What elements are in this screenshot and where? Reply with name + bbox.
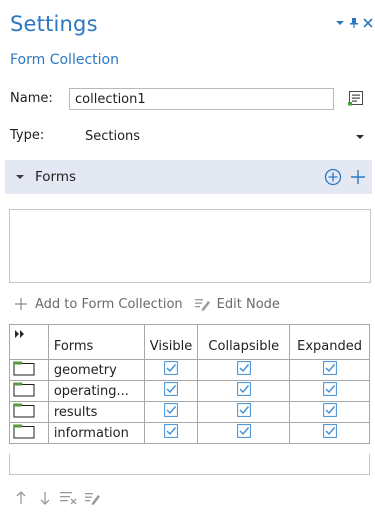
add-to-form-collection-label: Add to Form Collection [35,296,183,312]
type-label: Type: [10,128,45,143]
bottom-toolbar [12,489,108,507]
panel-subtitle: Form Collection [10,52,119,68]
folder-icon [13,402,35,422]
edit-icon [194,296,211,312]
expanded-checkbox[interactable] [322,403,337,421]
form-name-cell[interactable]: operating... [47,380,145,402]
plus-icon[interactable] [349,168,367,190]
visible-checkbox[interactable] [164,424,178,442]
close-icon[interactable] [362,16,374,30]
collapsible-checkbox[interactable] [236,361,251,379]
edit-icon[interactable] [84,489,102,507]
column-header-visible[interactable]: Visible [143,324,199,360]
visible-checkbox[interactable] [164,361,178,379]
table-row[interactable]: operating... [9,380,370,402]
select-node-icon[interactable] [344,86,368,110]
visible-checkbox[interactable] [164,403,178,421]
form-name-cell[interactable]: results [47,401,145,423]
name-label: Name: [10,91,53,106]
table-empty-area [9,454,370,475]
collapsible-checkbox[interactable] [236,424,251,442]
expanded-checkbox[interactable] [322,361,337,379]
table-row[interactable]: information [9,422,370,444]
type-select[interactable]: Sections [69,124,371,148]
panel-title: Settings [10,12,98,36]
expanded-checkbox[interactable] [322,382,337,400]
row-selector-header[interactable] [9,324,49,360]
expanded-checkbox[interactable] [322,424,337,442]
add-circle-icon[interactable] [324,168,342,190]
add-to-form-collection-button[interactable]: Add to Form Collection [13,296,183,312]
folder-icon [13,381,35,401]
clear-table-icon[interactable] [60,489,78,507]
table-row[interactable]: geometry [9,359,370,381]
forms-toolbar: Add to Form Collection Edit Node [13,294,280,314]
name-field[interactable] [69,88,334,110]
collapse-icon[interactable] [9,173,31,181]
move-down-icon[interactable] [36,489,54,507]
edit-node-button[interactable]: Edit Node [194,296,280,312]
folder-icon [13,360,35,380]
forms-table: Forms Visible Collapsible Expanded geome… [9,324,370,444]
edit-node-label: Edit Node [216,296,280,312]
collapsible-checkbox[interactable] [236,403,251,421]
column-header-forms[interactable]: Forms [47,324,145,360]
column-header-expanded[interactable]: Expanded [289,324,370,360]
chevron-down-icon[interactable] [334,16,346,30]
column-header-collapsible[interactable]: Collapsible [197,324,291,360]
table-header-row: Forms Visible Collapsible Expanded [9,324,370,360]
chevron-down-icon [355,130,365,145]
type-selected-value: Sections [85,128,141,144]
form-name-cell[interactable]: geometry [47,359,145,381]
forms-section-header[interactable]: Forms [5,160,372,194]
table-row[interactable]: results [9,401,370,423]
plus-icon [13,296,29,312]
collapsible-checkbox[interactable] [236,382,251,400]
forms-listbox[interactable] [9,209,371,283]
form-name-cell[interactable]: information [47,422,145,444]
pin-icon[interactable] [348,16,360,30]
folder-icon [13,423,35,443]
forms-section-title: Forms [35,169,77,185]
move-up-icon[interactable] [12,489,30,507]
visible-checkbox[interactable] [164,382,178,400]
